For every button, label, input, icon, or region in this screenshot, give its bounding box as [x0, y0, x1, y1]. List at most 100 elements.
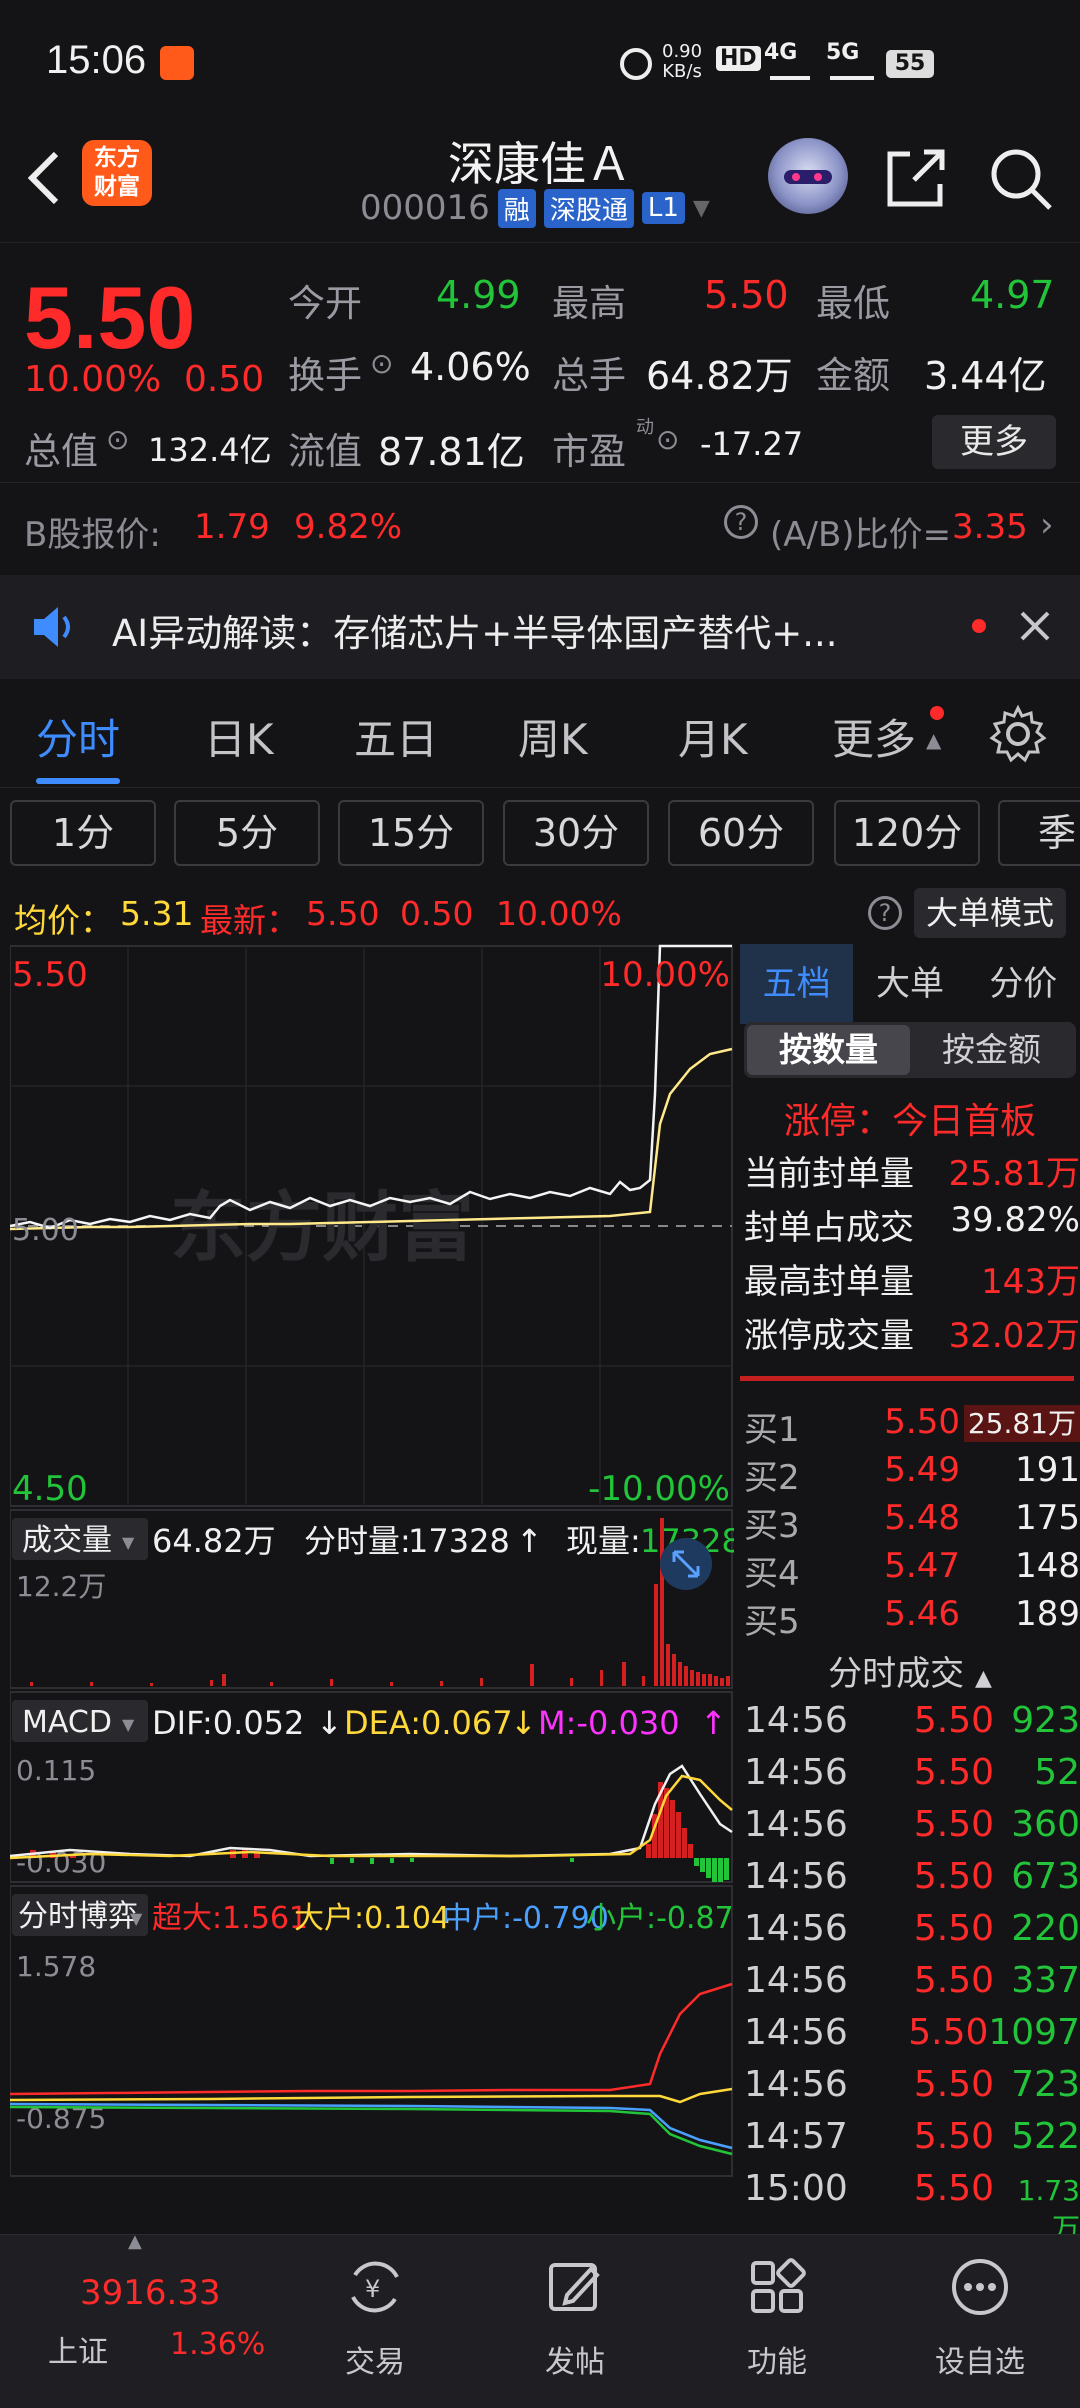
by-amount-button[interactable]: 按金额 — [910, 1025, 1073, 1075]
period-15min[interactable]: 15分 — [338, 800, 484, 866]
more-button[interactable]: 更多 — [932, 415, 1056, 469]
ai-banner-text: AI异动解读：存储芯片+半导体国产替代+... — [112, 612, 838, 655]
bid-row[interactable]: 买4 5.47 148 — [744, 1546, 1080, 1595]
tab-weekly-k[interactable]: 周K — [518, 706, 588, 767]
help-icon-2[interactable]: ? — [868, 896, 902, 930]
b-share-row[interactable]: B股报价: 1.79 9.82% ? (A/B)比价= 3.35 › — [0, 482, 1080, 568]
low-value: 4.97 — [970, 273, 1055, 317]
trade-row: 14:56 5.50 337 — [744, 1960, 1080, 2001]
network-speed: 0.90 — [662, 41, 703, 62]
bid-row[interactable]: 买3 5.48 175 — [744, 1498, 1080, 1547]
b-share-label: B股报价: — [24, 515, 161, 555]
connect-tag: 深股通 — [543, 188, 634, 228]
avg-label: 均价： — [14, 901, 113, 940]
dif-line — [10, 1764, 733, 1858]
tab-more[interactable]: 更多 — [832, 706, 916, 767]
triangle-up-icon: ▲ — [926, 728, 942, 752]
sort-up-icon: ▲ — [974, 1666, 992, 1691]
index-value: 3916.33 — [80, 2273, 221, 2313]
stat-row: 封单占成交 39.82% — [744, 1200, 1080, 1248]
tab-big-orders[interactable]: 大单 — [853, 944, 966, 1024]
mcap-info-icon[interactable]: ⊙ — [106, 423, 129, 456]
b-share-price: 1.79 — [194, 507, 270, 547]
big-order-mode-button[interactable]: 大单模式 — [914, 888, 1066, 938]
stock-code: 000016 — [360, 188, 490, 228]
macd-m: M:-0.030 — [538, 1704, 680, 1742]
period-1min[interactable]: 1分 — [10, 800, 156, 866]
bid-row[interactable]: 买5 5.46 189 — [744, 1594, 1080, 1643]
stat-row: 涨停成交量 32.02万 — [744, 1316, 1080, 1356]
tab-daily-k[interactable]: 日K — [204, 706, 274, 767]
bid-row[interactable]: 买1 5.50 25.81万 — [744, 1402, 1080, 1451]
tab-monthly-k[interactable]: 月K — [678, 706, 748, 767]
tab-intraday[interactable]: 分时 — [36, 706, 120, 767]
settings-gear-icon[interactable] — [988, 704, 1048, 764]
tab-five-day[interactable]: 五日 — [354, 706, 438, 767]
trade-icon: ¥ — [351, 2261, 399, 2313]
nav-add-watchlist[interactable]: 设自选 — [910, 2255, 1050, 2381]
m-up-icon: ↑ — [700, 1704, 727, 1742]
more-badge-dot — [930, 706, 944, 720]
turnover-value: 4.06% — [410, 345, 531, 389]
game-big: 大户:0.104 — [294, 1901, 450, 1936]
open-label: 今开 — [288, 282, 362, 325]
bid-row[interactable]: 买2 5.49 191 — [744, 1450, 1080, 1499]
mid-line — [10, 2102, 733, 2150]
period-5min[interactable]: 5分 — [174, 800, 320, 866]
signal-bars-icon — [770, 64, 810, 80]
level-tag: L1 — [641, 192, 685, 224]
stock-code-row[interactable]: 000016 融 深股通 L1 ▼ — [360, 188, 710, 228]
chart-svg[interactable]: 东方财富 5.50 10.00% 5.00 4.50 -10.00% 成交量 ▼… — [10, 944, 734, 2234]
ai-robot-icon[interactable] — [768, 138, 848, 214]
ai-banner[interactable]: AI异动解读：存储芯片+半导体国产替代+... — [0, 575, 1080, 679]
volume-value: 64.82万 — [646, 354, 793, 398]
high-value: 5.50 — [704, 273, 789, 317]
index-ticker[interactable]: ▲ 3916.33 上证 1.36% — [0, 2231, 280, 2408]
float-label: 流值 — [288, 430, 362, 473]
turnover-info-icon[interactable]: ⊙ — [370, 347, 393, 380]
close-icon[interactable] — [1018, 609, 1052, 643]
trade-row: 14:56 5.50 220 — [744, 1908, 1080, 1949]
period-120min[interactable]: 120分 — [834, 800, 980, 866]
volume-total: 64.82万 — [152, 1522, 276, 1560]
svg-text:¥: ¥ — [365, 2275, 380, 2303]
small-line — [10, 2105, 733, 2156]
active-tab-indicator — [36, 778, 120, 784]
help-icon[interactable]: ? — [724, 505, 758, 539]
volume-max-label: 12.2万 — [16, 1570, 106, 1603]
b-share-percent: 9.82% — [294, 507, 403, 547]
amount-value: 3.44亿 — [924, 354, 1047, 398]
chart-info-line: 均价： 5.31 最新： 5.50 0.50 10.00% ? 大单模式 — [0, 884, 1080, 944]
margin-tag: 融 — [497, 188, 536, 228]
macd-dropdown-icon: ▼ — [122, 1715, 135, 1734]
ab-ratio-label: (A/B)比价= — [770, 515, 952, 555]
nav-functions[interactable]: 功能 — [707, 2255, 847, 2381]
signal-5g: 5G — [826, 40, 860, 65]
pe-info-icon[interactable]: ⊙ — [656, 423, 679, 456]
avg-value: 5.31 — [120, 894, 194, 933]
macd-label: MACD — [22, 1705, 112, 1740]
share-icon[interactable] — [884, 146, 948, 210]
tab-price-distribution[interactable]: 分价 — [967, 944, 1080, 1024]
tab-five-levels[interactable]: 五档 — [740, 944, 854, 1024]
volume-tick-up-icon: ↑ — [516, 1522, 543, 1560]
grid-icon — [751, 2258, 806, 2313]
intraday-chart-area[interactable]: 东方财富 5.50 10.00% 5.00 4.50 -10.00% 成交量 ▼… — [10, 944, 734, 2234]
trade-row: 14:56 5.50 673 — [744, 1856, 1080, 1897]
macd-dea: DEA:0.067 — [344, 1704, 513, 1742]
macd-top-label: 0.115 — [16, 1754, 96, 1787]
signal-4g: 4G — [764, 40, 798, 65]
limit-up-title: 涨停：今日首板 — [783, 1101, 1036, 1142]
nav-post[interactable]: 发帖 — [505, 2255, 645, 2381]
period-selector: 1分 5分 15分 30分 60分 120分 季 — [0, 790, 1080, 880]
nav-trade[interactable]: ¥ 交易 — [305, 2255, 445, 2381]
trade-row: 14:56 5.50 923 — [744, 1700, 1080, 1741]
trades-title[interactable]: 分时成交 ▲ — [740, 1646, 1080, 1695]
period-60min[interactable]: 60分 — [668, 800, 814, 866]
search-icon[interactable] — [986, 144, 1054, 212]
dropdown-caret-icon: ▼ — [692, 195, 710, 221]
period-quarter[interactable]: 季 — [998, 800, 1080, 866]
volume-tick-label: 分时量: — [304, 1522, 411, 1560]
period-30min[interactable]: 30分 — [503, 800, 649, 866]
by-quantity-button[interactable]: 按数量 — [747, 1025, 910, 1075]
